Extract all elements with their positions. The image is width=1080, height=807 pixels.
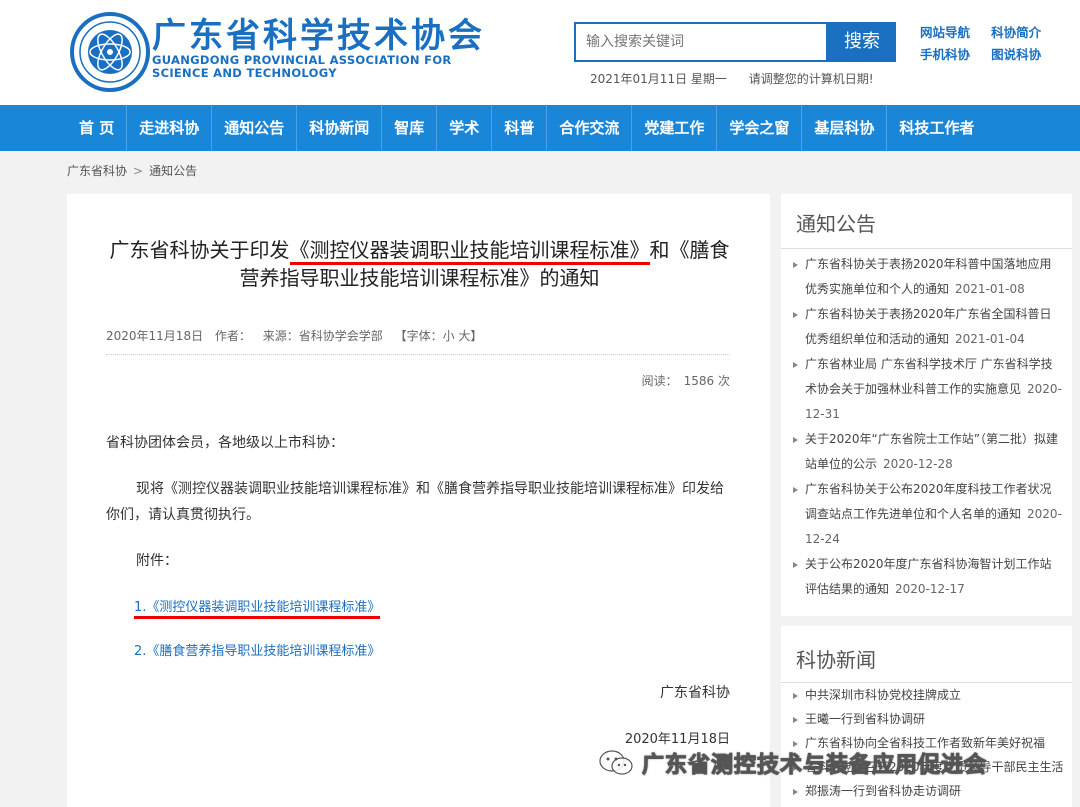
article-paragraph: 现将《测控仪器装调职业技能培训课程标准》和《膳食营养指导职业技能培训课程标准》印…	[106, 481, 724, 523]
reads-value: 1586 次	[683, 374, 730, 388]
news-list: 中共深圳市科协党校挂牌成立 王曦一行到省科协调研 广东省科协向全省科技工作者致新…	[793, 683, 1063, 803]
search-field[interactable]	[574, 22, 828, 62]
date-line: 2021年01月11日 星期一 请调整您的计算机日期!	[590, 70, 892, 87]
reads-label: 阅读：	[641, 374, 678, 388]
title-prefix: 广东省科协关于印发	[109, 238, 290, 262]
nav-academic[interactable]: 学术	[437, 105, 493, 151]
list-item[interactable]: 广东省林业局 广东省科学技术厅 广东省科学技术协会关于加强林业科普工作的实施意见…	[793, 352, 1063, 427]
sidebar-notices: 通知公告 广东省科协关于表扬2020年科普中国落地应用优秀实施单位和个人的通知 2…	[781, 194, 1072, 616]
nav-news[interactable]: 科协新闻	[297, 105, 383, 151]
notices-list: 广东省科协关于表扬2020年科普中国落地应用优秀实施单位和个人的通知 2021-0…	[793, 252, 1063, 602]
watermark-text: 广东省测控技术与装备应用促进会	[641, 753, 988, 779]
search-button[interactable]: 搜索	[828, 22, 896, 62]
nav-grassroots[interactable]: 基层科协	[802, 105, 888, 151]
link-mobile[interactable]: 手机科协	[920, 44, 986, 66]
logo-title-en: GUANGDONG PROVINCIAL ASSOCIATION FOR SCI…	[152, 53, 452, 80]
link-site-nav[interactable]: 网站导航	[920, 22, 986, 44]
nav-party[interactable]: 党建工作	[632, 105, 718, 151]
search-input[interactable]	[576, 24, 826, 60]
list-item[interactable]: 关于2020年“广东省院士工作站”（第二批）拟建站单位的公示 2020-12-28	[793, 427, 1063, 477]
list-item[interactable]: 王曦一行到省科协调研	[793, 707, 1063, 731]
article-meta: 2020年11月18日 作者： 来源：省科协学会学部 【字体：小 大】	[106, 327, 490, 344]
notice-date: 2020-12-17	[895, 582, 965, 596]
font-size-control[interactable]: 【字体：小 大】	[395, 329, 483, 343]
list-item[interactable]: 广东省科协关于公布2020年度科技工作者状况调查站点工作先进单位和个人名单的通知…	[793, 477, 1063, 552]
logo-title-cn[interactable]: 广东省科学技术协会	[152, 16, 485, 56]
nav-cooperation[interactable]: 合作交流	[547, 105, 633, 151]
read-count: 阅读： 1586 次	[636, 372, 730, 389]
nav-popsci[interactable]: 科普	[492, 105, 548, 151]
news-title[interactable]: 科协新闻	[796, 644, 876, 673]
notice-date: 2020-12-28	[883, 457, 953, 471]
notice-date: 2021-01-04	[955, 332, 1025, 346]
list-item[interactable]: 中共深圳市科协党校挂牌成立	[793, 683, 1063, 707]
notice-date: 2021-01-08	[955, 282, 1025, 296]
article-salutation: 省科协团体会员，各地级以上市科协：	[106, 435, 344, 451]
article-title: 广东省科协关于印发《测控仪器装调职业技能培训课程标准》和《膳食营养指导职业技能培…	[102, 236, 737, 292]
quick-links: 网站导航 科协简介 手机科协 图说科协	[920, 22, 1060, 66]
breadcrumb: 广东省科协 > 通知公告	[67, 162, 197, 179]
attachments-label: 附件：	[136, 553, 178, 569]
list-item[interactable]: 广东省科协关于表扬2020年广东省全国科普日优秀组织单位和活动的通知 2021-0…	[793, 302, 1063, 352]
title-highlight: 《测控仪器装调职业技能培训课程标准》	[289, 238, 650, 265]
cast-emblem-icon[interactable]	[70, 12, 150, 92]
link-photo[interactable]: 图说科协	[991, 44, 1057, 66]
nav-home[interactable]: 首 页	[67, 105, 128, 151]
notices-title[interactable]: 通知公告	[796, 208, 876, 237]
link-about[interactable]: 科协简介	[991, 22, 1057, 44]
chevron-right-icon: >	[133, 164, 144, 178]
meta-divider	[106, 354, 730, 355]
site-header: 广东省科学技术协会 GUANGDONG PROVINCIAL ASSOCIATI…	[0, 0, 1080, 105]
nav-societies[interactable]: 学会之窗	[717, 105, 803, 151]
article-source: 来源：省科协学会学部	[262, 329, 383, 343]
notice-text: 广东省科协关于公布2020年度科技工作者状况调查站点工作先进单位和个人名单的通知	[805, 482, 1052, 521]
wechat-icon	[599, 750, 633, 775]
current-date: 2021年01月11日 星期一	[590, 72, 727, 86]
nav-think-tank[interactable]: 智库	[382, 105, 438, 151]
nav-notices[interactable]: 通知公告	[212, 105, 298, 151]
notice-text: 广东省林业局 广东省科学技术厅 广东省科学技术协会关于加强林业科普工作的实施意见	[805, 357, 1053, 396]
list-item[interactable]: 广东省科协关于表扬2020年科普中国落地应用优秀实施单位和个人的通知 2021-0…	[793, 252, 1063, 302]
article-sign-date: 2020年11月18日	[624, 732, 730, 747]
main-nav: 首 页 走进科协 通知公告 科协新闻 智库 学术 科普 合作交流 党建工作 学会…	[0, 105, 1080, 151]
nav-about[interactable]: 走进科协	[127, 105, 213, 151]
date-notice: 请调整您的计算机日期!	[748, 72, 874, 86]
article-signature: 广东省科协	[660, 685, 730, 701]
breadcrumb-home[interactable]: 广东省科协	[67, 164, 127, 178]
attachment-link-2[interactable]: 2.《膳食营养指导职业技能培训课程标准》	[134, 640, 380, 659]
list-item[interactable]: 郑振涛一行到省科协走访调研	[793, 779, 1063, 803]
attachment-link-1[interactable]: 1.《测控仪器装调职业技能培训课程标准》	[134, 596, 381, 619]
article-date: 2020年11月18日	[106, 329, 204, 343]
article-author: 作者：	[214, 329, 251, 343]
nav-workers[interactable]: 科技工作者	[887, 105, 986, 151]
sidebar-news: 科协新闻 中共深圳市科协党校挂牌成立 王曦一行到省科协调研 广东省科协向全省科技…	[781, 626, 1072, 807]
wechat-watermark: 广东省测控技术与装备应用促进会	[598, 748, 988, 779]
list-item[interactable]: 关于公布2020年度广东省科协海智计划工作站评估结果的通知 2020-12-17	[793, 552, 1063, 602]
notices-divider	[781, 248, 1072, 249]
breadcrumb-current[interactable]: 通知公告	[149, 164, 197, 178]
article-panel: 广东省科协关于印发《测控仪器装调职业技能培训课程标准》和《膳食营养指导职业技能培…	[67, 194, 770, 807]
